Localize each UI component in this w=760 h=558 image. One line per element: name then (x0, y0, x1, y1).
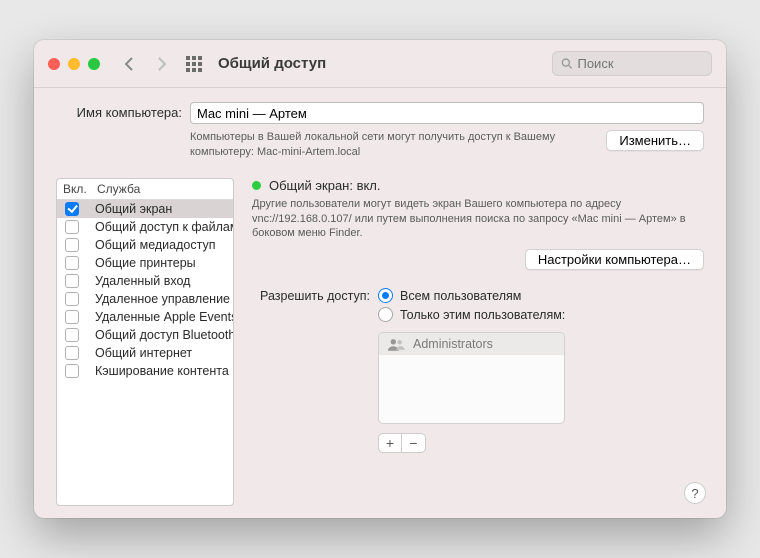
forward-button[interactable] (150, 50, 172, 78)
service-checkbox[interactable] (65, 256, 79, 270)
service-label: Удаленные Apple Events (95, 310, 233, 324)
service-row[interactable]: Общий доступ к файлам (57, 218, 233, 236)
service-row[interactable]: Удаленные Apple Events (57, 308, 233, 326)
help-button[interactable]: ? (684, 482, 706, 504)
user-row[interactable]: Administrators (379, 333, 564, 355)
access-section: Разрешить доступ: Всем пользователям Тол… (252, 288, 704, 453)
zoom-window-button[interactable] (88, 58, 100, 70)
service-checkbox[interactable] (65, 238, 79, 252)
service-label: Общий медиадоступ (95, 238, 215, 252)
service-checkbox[interactable] (65, 220, 79, 234)
close-window-button[interactable] (48, 58, 60, 70)
computer-settings-button[interactable]: Настройки компьютера… (525, 249, 704, 270)
service-label: Кэширование контента (95, 364, 229, 378)
status-row: Общий экран: вкл. (252, 178, 704, 193)
service-label: Удаленный вход (95, 274, 190, 288)
add-remove-buttons: + − (378, 433, 565, 453)
search-input[interactable] (577, 56, 703, 71)
service-checkbox[interactable] (65, 202, 79, 216)
search-field[interactable] (552, 51, 712, 76)
radio-only-label: Только этим пользователям: (400, 308, 565, 322)
service-label: Общий доступ к файлам (95, 220, 233, 234)
radio-button-icon (378, 307, 393, 322)
service-row[interactable]: Общий медиадоступ (57, 236, 233, 254)
minimize-window-button[interactable] (68, 58, 80, 70)
radio-button-icon (378, 288, 393, 303)
computer-name-input[interactable] (190, 102, 704, 124)
back-button[interactable] (118, 50, 140, 78)
service-checkbox[interactable] (65, 310, 79, 324)
service-row[interactable]: Кэширование контента (57, 362, 233, 380)
service-checkbox[interactable] (65, 274, 79, 288)
service-label: Удаленное управление (95, 292, 230, 306)
service-row[interactable]: Общий доступ Bluetooth (57, 326, 233, 344)
users-list[interactable]: Administrators (378, 332, 565, 424)
radio-all-label: Всем пользователям (400, 289, 521, 303)
computer-name-label: Имя компьютера: (74, 102, 182, 120)
titlebar: Общий доступ (34, 40, 726, 88)
preferences-window: Общий доступ Имя компьютера: Компьютеры … (34, 40, 726, 518)
status-text: Общий экран: вкл. (269, 178, 381, 193)
service-checkbox[interactable] (65, 328, 79, 342)
window-title: Общий доступ (218, 55, 326, 72)
service-row[interactable]: Удаленное управление (57, 290, 233, 308)
services-list: Вкл. Служба Общий экран Общий доступ к фа… (56, 178, 234, 506)
service-row[interactable]: Общие принтеры (57, 254, 233, 272)
edit-button[interactable]: Изменить… (606, 130, 704, 151)
window-controls (48, 58, 100, 70)
service-label: Общие принтеры (95, 256, 196, 270)
service-label: Общий интернет (95, 346, 192, 360)
status-description: Другие пользователи могут видеть экран В… (252, 197, 704, 242)
computer-name-note: Компьютеры в Вашей локальной сети могут … (190, 130, 560, 160)
service-row[interactable]: Общий экран (57, 200, 233, 218)
users-group-icon (387, 338, 405, 351)
header-service: Служба (97, 182, 227, 196)
service-label: Общий экран (95, 202, 172, 216)
service-checkbox[interactable] (65, 346, 79, 360)
service-checkbox[interactable] (65, 364, 79, 378)
chevron-left-icon (125, 57, 134, 71)
header-on: Вкл. (63, 182, 97, 196)
service-row[interactable]: Удаленный вход (57, 272, 233, 290)
services-header: Вкл. Служба (57, 179, 233, 200)
access-label: Разрешить доступ: (252, 288, 370, 453)
service-label: Общий доступ Bluetooth (95, 328, 233, 342)
show-all-icon[interactable] (186, 56, 202, 72)
remove-user-button[interactable]: − (402, 433, 426, 453)
service-row[interactable]: Общий интернет (57, 344, 233, 362)
add-user-button[interactable]: + (378, 433, 402, 453)
search-icon (561, 57, 572, 70)
radio-all-users[interactable]: Всем пользователям (378, 288, 565, 303)
radio-only-users[interactable]: Только этим пользователям: (378, 307, 565, 322)
computer-name-section: Имя компьютера: Компьютеры в Вашей локал… (56, 102, 704, 160)
detail-pane: Общий экран: вкл. Другие пользователи мо… (252, 178, 704, 506)
content-area: Имя компьютера: Компьютеры в Вашей локал… (34, 88, 726, 518)
chevron-right-icon (157, 57, 166, 71)
status-indicator-icon (252, 181, 261, 190)
service-checkbox[interactable] (65, 292, 79, 306)
user-name: Administrators (413, 337, 493, 351)
